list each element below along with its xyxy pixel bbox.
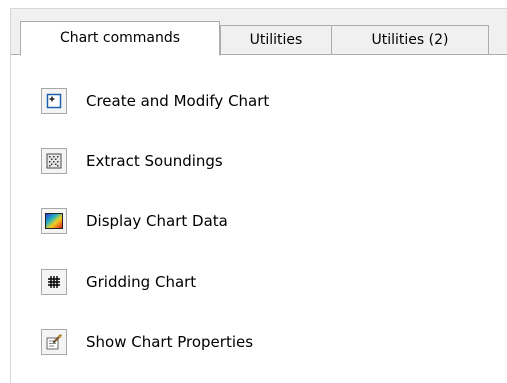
tab-chart-commands[interactable]: Chart commands bbox=[20, 21, 220, 56]
chart-data-gradient-icon[interactable] bbox=[41, 208, 67, 234]
tab-utilities[interactable]: Utilities bbox=[220, 25, 332, 55]
display-chart-data-label: Display Chart Data bbox=[86, 212, 228, 230]
create-and-modify-chart-command[interactable]: Create and Modify Chart bbox=[41, 83, 269, 119]
soundings-icon[interactable] bbox=[41, 148, 67, 174]
extract-soundings-command[interactable]: Extract Soundings bbox=[41, 143, 223, 179]
show-chart-properties-command[interactable]: Show Chart Properties bbox=[41, 324, 253, 360]
extract-soundings-label: Extract Soundings bbox=[86, 152, 223, 170]
gridding-chart-label: Gridding Chart bbox=[86, 273, 197, 291]
chart-commands-panel: Create and Modify Chart Extract Sounding… bbox=[11, 55, 507, 383]
tab-strip: Chart commands Utilities Utilities (2) bbox=[11, 9, 507, 56]
properties-icon[interactable] bbox=[41, 329, 67, 355]
create-and-modify-chart-label: Create and Modify Chart bbox=[86, 92, 270, 110]
gridding-chart-command[interactable]: Gridding Chart bbox=[41, 264, 196, 300]
display-chart-data-command[interactable]: Display Chart Data bbox=[41, 203, 228, 239]
show-chart-properties-label: Show Chart Properties bbox=[86, 333, 254, 351]
chart-commands-window: Chart commands Utilities Utilities (2) C… bbox=[10, 8, 507, 383]
grid-icon[interactable] bbox=[41, 269, 67, 295]
tab-utilities-2[interactable]: Utilities (2) bbox=[331, 25, 489, 55]
create-chart-icon[interactable] bbox=[41, 88, 67, 114]
